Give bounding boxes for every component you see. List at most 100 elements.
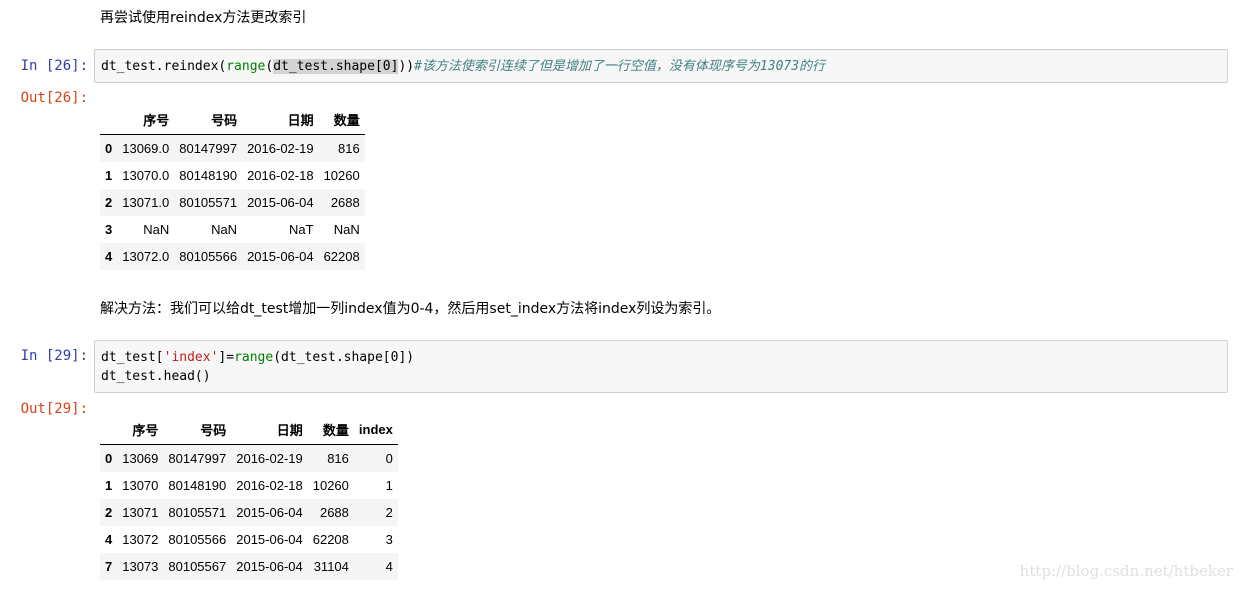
code-line-2: dt_test.head()	[101, 369, 211, 384]
table-row: 1 13070 80148190 2016-02-18 10260 1	[100, 472, 398, 499]
table-cell: 80148190	[179, 168, 238, 183]
table-cell: 31104	[313, 559, 349, 574]
column-header: 号码	[163, 414, 232, 445]
table-cell: 10260	[312, 478, 349, 493]
table-row: 0 13069 80147997 2016-02-19 816 0	[100, 444, 398, 472]
row-index: 7	[105, 559, 113, 574]
column-header: 数量	[307, 414, 354, 445]
in-prompt-29: In [29]:	[20, 348, 88, 364]
table-cell: 2016-02-19	[247, 141, 314, 156]
code-token: ]=	[218, 350, 235, 365]
out-prompt-26: Out[26]:	[20, 90, 88, 106]
row-index: 2	[105, 505, 113, 520]
code-cell-29[interactable]: dt_test['index']=range(dt_test.shape[0])…	[94, 340, 1228, 393]
dataframe-output-26: 序号 号码 日期 数量 0 13069.0 80147997 2016-02-19 816 1 1…	[100, 104, 365, 270]
row-index: 0	[105, 451, 113, 466]
table-cell: 80105567	[168, 559, 227, 574]
code-builtin-range: range	[234, 350, 274, 365]
column-header: 日期	[231, 414, 308, 445]
row-index: 0	[105, 141, 113, 156]
table-cell: 13071.0	[122, 195, 170, 210]
column-header: 序号	[117, 414, 164, 445]
table-cell: 816	[327, 451, 349, 466]
code-string: 'index'	[163, 350, 219, 365]
table-cell: 13073	[122, 559, 159, 574]
table-cell: 2688	[330, 195, 360, 210]
column-header: 数量	[318, 104, 365, 135]
table-cell: 13072	[122, 532, 159, 547]
table-cell: 2016-02-18	[236, 478, 303, 493]
table-row: 0 13069.0 80147997 2016-02-19 816	[100, 134, 365, 162]
table-cell: 13069.0	[122, 141, 170, 156]
table-cell: 3	[385, 532, 393, 547]
table-cell: 1	[385, 478, 393, 493]
code-token: dt_test[	[101, 350, 164, 365]
code-comment: #该方法使索引连续了但是增加了一行空值，没有体现序号为13073的行	[414, 59, 826, 74]
table-cell: NaN	[143, 222, 170, 237]
table-row: 4 13072 80105566 2015-06-04 62208 3	[100, 526, 398, 553]
row-index: 4	[105, 532, 113, 547]
table-cell: 2016-02-18	[247, 168, 314, 183]
code-token: dt_test.reindex(	[101, 59, 227, 74]
table-cell: 2016-02-19	[236, 451, 303, 466]
table-cell: 2015-06-04	[247, 195, 314, 210]
table-cell: 13070.0	[122, 168, 170, 183]
code-cell-26[interactable]: dt_test.reindex(range(dt_test.shape[0]))…	[94, 49, 1228, 83]
dataframe-output-29: 序号 号码 日期 数量 index 0 13069 80147997 2016-02-19 81…	[100, 414, 398, 580]
column-header: 号码	[174, 104, 243, 135]
table-cell: 80147997	[179, 141, 238, 156]
table-cell: 13069	[122, 451, 159, 466]
table-cell: NaN	[211, 222, 238, 237]
watermark: http://blog.csdn.net/htbeker	[1019, 562, 1233, 580]
table-cell: 80105571	[168, 505, 227, 520]
row-index: 1	[105, 478, 113, 493]
column-header	[100, 104, 118, 135]
table-row: 2 13071.0 80105571 2015-06-04 2688	[100, 189, 365, 216]
table-row: 3 NaN NaN NaT NaN	[100, 216, 365, 243]
row-index: 1	[105, 168, 113, 183]
table-cell: 80105566	[168, 532, 227, 547]
markdown-text-2: 解决方法：我们可以给dt_test增加一列index值为0-4，然后用set_i…	[100, 301, 721, 317]
in-prompt-26: In [26]:	[20, 58, 88, 74]
code-builtin-range: range	[226, 59, 266, 74]
code-token: (dt_test.shape[0])	[273, 350, 415, 365]
table-cell: NaN	[333, 222, 360, 237]
table-cell: 13071	[122, 505, 159, 520]
table-cell: 13072.0	[122, 249, 170, 264]
table-cell: 80148190	[168, 478, 227, 493]
code-token-highlighted: dt_test.shape[0]	[273, 59, 399, 74]
table-cell: 80105566	[179, 249, 238, 264]
column-header: 日期	[242, 104, 319, 135]
table-cell: 2015-06-04	[236, 532, 303, 547]
row-index: 4	[105, 249, 113, 264]
column-header: 序号	[117, 104, 175, 135]
table-cell: 2015-06-04	[247, 249, 314, 264]
table-cell: 2	[385, 505, 393, 520]
table-cell: 4	[385, 559, 393, 574]
table-cell: 0	[385, 451, 393, 466]
row-index: 3	[105, 222, 113, 237]
table-cell: 62208	[312, 532, 349, 547]
table-cell: 10260	[323, 168, 360, 183]
table-header-row: 序号 号码 日期 数量 index	[100, 414, 398, 445]
table-row: 1 13070.0 80148190 2016-02-18 10260	[100, 162, 365, 189]
table-cell: NaT	[289, 222, 314, 237]
table-row: 4 13072.0 80105566 2015-06-04 62208	[100, 243, 365, 270]
table-cell: 816	[338, 141, 360, 156]
out-prompt-29: Out[29]:	[20, 401, 88, 417]
row-index: 2	[105, 195, 113, 210]
table-cell: 2015-06-04	[236, 505, 303, 520]
table-cell: 2688	[319, 505, 349, 520]
column-header	[100, 414, 118, 445]
table-cell: 13070	[122, 478, 159, 493]
table-cell: 80147997	[168, 451, 227, 466]
table-cell: 62208	[323, 249, 360, 264]
table-row: 7 13073 80105567 2015-06-04 31104 4	[100, 553, 398, 580]
code-token: ))	[398, 59, 415, 74]
table-cell: 80105571	[179, 195, 238, 210]
code-line-1: dt_test['index']=range(dt_test.shape[0])	[101, 348, 1221, 367]
markdown-text-1: 再尝试使用reindex方法更改索引	[100, 10, 307, 26]
column-header: index	[353, 414, 398, 445]
table-cell: 2015-06-04	[236, 559, 303, 574]
table-row: 2 13071 80105571 2015-06-04 2688 2	[100, 499, 398, 526]
